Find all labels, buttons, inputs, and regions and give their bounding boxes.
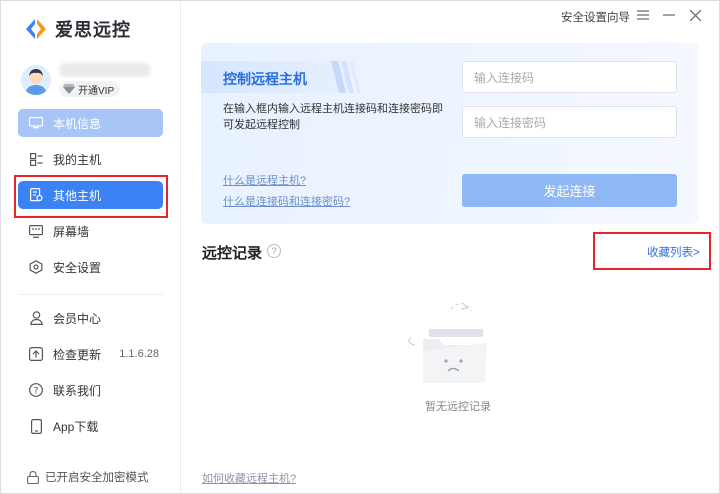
connection-password-placeholder: 输入连接密码 bbox=[474, 115, 547, 130]
sidebar-item-label: 会员中心 bbox=[53, 311, 102, 326]
update-icon bbox=[28, 346, 44, 362]
records-title: 远控记录 bbox=[202, 245, 263, 262]
what-is-code-password-link[interactable]: 什么是连接码和连接密码? bbox=[223, 193, 350, 209]
connection-code-placeholder: 输入连接码 bbox=[474, 70, 535, 85]
connection-code-input[interactable]: 输入连接码 bbox=[462, 61, 677, 93]
app-name: 爱思远控 bbox=[55, 20, 131, 40]
menu-icon[interactable] bbox=[635, 7, 651, 23]
empty-folder-icon bbox=[408, 302, 487, 383]
connect-panel: 控制远程主机 在输入框内输入远程主机连接码和连接密码即可发起远程控制 什么是远程… bbox=[201, 43, 699, 224]
connect-description: 在输入框内输入远程主机连接码和连接密码即可发起远程控制 bbox=[223, 103, 443, 131]
phone-icon bbox=[28, 418, 44, 434]
empty-records-text: 暂无远控记录 bbox=[425, 401, 491, 413]
security-guide-link[interactable]: 安全设置向导 bbox=[561, 9, 630, 25]
sidebar-item-local-info[interactable]: 本机信息 bbox=[18, 109, 163, 137]
minimize-icon[interactable] bbox=[661, 7, 677, 23]
sidebar-item-label: 我的主机 bbox=[53, 152, 102, 167]
user-profile[interactable]: 开通VIP bbox=[21, 63, 171, 99]
sidebar-item-my-hosts[interactable]: 我的主机 bbox=[18, 145, 163, 173]
connect-title-banner: 控制远程主机 bbox=[201, 61, 351, 93]
sidebar: 爱思远控 开通VIP 本机信息 我的主机 其他主机 屏幕墙 安全设置 会员中心 … bbox=[1, 1, 181, 493]
sidebar-item-label: 联系我们 bbox=[53, 383, 102, 398]
sidebar-divider bbox=[18, 294, 163, 295]
what-is-remote-host-link[interactable]: 什么是远程主机? bbox=[223, 172, 306, 188]
decor-stripes bbox=[331, 61, 361, 93]
app-window: 爱思远控 开通VIP 本机信息 我的主机 其他主机 屏幕墙 安全设置 会员中心 … bbox=[0, 0, 720, 494]
close-icon[interactable] bbox=[687, 7, 703, 23]
help-icon: ? bbox=[28, 382, 44, 398]
hosts-icon bbox=[28, 151, 44, 167]
secure-mode-text: 已开启安全加密模式 bbox=[45, 472, 149, 484]
vip-label: 开通VIP bbox=[78, 85, 115, 97]
sidebar-item-label: 本机信息 bbox=[53, 116, 102, 131]
sidebar-item-contact-us[interactable]: ? 联系我们 bbox=[18, 376, 163, 404]
sidebar-item-label: 安全设置 bbox=[53, 260, 102, 275]
connection-password-input[interactable]: 输入连接密码 bbox=[462, 106, 677, 138]
svg-text:?: ? bbox=[34, 386, 39, 396]
sidebar-item-check-update[interactable]: 检查更新 1.1.6.28 bbox=[18, 340, 163, 368]
user-icon bbox=[28, 310, 44, 326]
highlight-other-hosts bbox=[14, 175, 168, 218]
version-number: 1.1.6.28 bbox=[119, 348, 159, 360]
screen-wall-icon bbox=[28, 223, 44, 239]
diamond-icon bbox=[63, 84, 75, 94]
sidebar-item-security[interactable]: 安全设置 bbox=[18, 253, 163, 281]
sidebar-item-label: 屏幕墙 bbox=[53, 224, 90, 239]
monitor-icon bbox=[28, 115, 44, 131]
lock-icon bbox=[27, 470, 39, 484]
sidebar-item-app-download[interactable]: App下载 bbox=[18, 412, 163, 440]
how-to-favorite-link[interactable]: 如何收藏远程主机? bbox=[202, 470, 296, 486]
connect-title: 控制远程主机 bbox=[223, 71, 307, 87]
logo-icon bbox=[26, 19, 46, 39]
sidebar-item-screen-wall[interactable]: 屏幕墙 bbox=[18, 217, 163, 245]
username-blurred bbox=[59, 63, 151, 77]
shield-icon bbox=[28, 259, 44, 275]
records-help-icon[interactable]: ? bbox=[267, 244, 281, 258]
app-logo: 爱思远控 bbox=[23, 15, 131, 43]
favorites-list-link[interactable]: 收藏列表> bbox=[647, 244, 700, 260]
start-connection-button[interactable]: 发起连接 bbox=[462, 174, 677, 207]
sidebar-item-label: 检查更新 bbox=[53, 347, 102, 362]
title-bar: 安全设置向导 bbox=[181, 1, 720, 31]
sidebar-item-member-center[interactable]: 会员中心 bbox=[18, 304, 163, 332]
sidebar-item-label: App下载 bbox=[53, 419, 99, 434]
secure-mode-status: 已开启安全加密模式 bbox=[27, 469, 149, 485]
vip-badge[interactable]: 开通VIP bbox=[59, 81, 121, 97]
avatar[interactable] bbox=[21, 65, 51, 95]
